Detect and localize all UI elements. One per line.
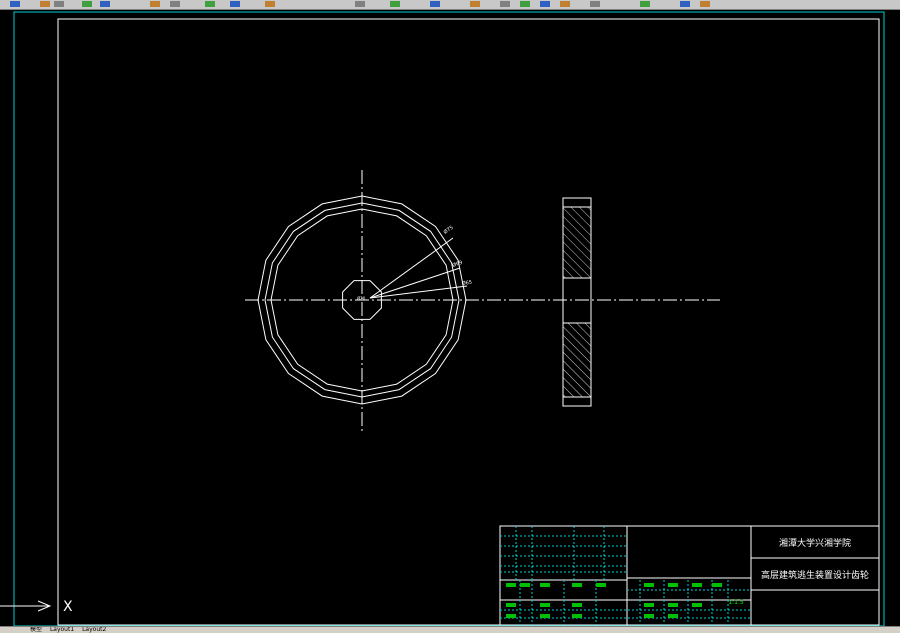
title-block-mark — [572, 614, 582, 618]
drawing-canvas[interactable]: Ø75 Ø69 Ø65 Ø20 湘潭大学兴湘学院 高层建筑逃生装置设计齿轮 1:… — [0, 10, 900, 626]
zoom-icon[interactable] — [680, 1, 690, 7]
title-block-mark — [506, 603, 516, 607]
drawing-border — [57, 18, 880, 626]
pan-icon[interactable] — [700, 1, 710, 7]
title-block-mark — [644, 614, 654, 618]
paste-icon[interactable] — [590, 1, 600, 7]
title-block-mark — [506, 614, 516, 618]
dim-d2: Ø69 — [451, 259, 463, 269]
title-block-mark — [540, 603, 550, 607]
dim-d3: Ø65 — [461, 279, 472, 287]
layer-icon[interactable] — [390, 1, 400, 7]
title-block-mark — [572, 583, 582, 587]
cut-icon[interactable] — [540, 1, 550, 7]
copy-icon[interactable] — [560, 1, 570, 7]
title-block-mark — [668, 603, 678, 607]
title-block-mark — [692, 583, 702, 587]
open-icon[interactable] — [470, 1, 480, 7]
toolbar-divider[interactable] — [430, 1, 440, 7]
cut-icon[interactable] — [100, 1, 110, 7]
title-block-grid — [500, 526, 751, 625]
title-block-mark — [506, 583, 516, 587]
title-block-mark — [596, 583, 606, 587]
title-block-mark — [644, 583, 654, 587]
title-block-mark — [520, 583, 530, 587]
scale-ratio: 1:1.5 — [728, 599, 744, 606]
save-icon[interactable] — [500, 1, 510, 7]
undo-icon[interactable] — [205, 1, 215, 7]
dim-d1: Ø75 — [442, 224, 454, 236]
title-block-mark — [692, 603, 702, 607]
title-block-mark — [572, 603, 582, 607]
open-icon[interactable] — [40, 1, 50, 7]
title-block-mark — [540, 614, 550, 618]
gear-side-view — [562, 197, 592, 407]
save-icon[interactable] — [54, 1, 64, 7]
plot-icon[interactable] — [82, 1, 92, 7]
toolbar — [0, 0, 900, 10]
pan-icon[interactable] — [265, 1, 275, 7]
title-block-mark — [540, 583, 550, 587]
ucs-x-label: X — [63, 599, 73, 615]
copy-icon[interactable] — [150, 1, 160, 7]
undo-icon[interactable] — [640, 1, 650, 7]
properties-icon[interactable] — [355, 1, 365, 7]
title-block-mark — [668, 583, 678, 587]
dim-hub: Ø20 — [357, 296, 366, 301]
plot-icon[interactable] — [520, 1, 530, 7]
drawing-title: 高层建筑逃生装置设计齿轮 — [761, 569, 869, 581]
title-block-mark — [712, 583, 722, 587]
zoom-icon[interactable] — [230, 1, 240, 7]
school-name: 湘潭大学兴湘学院 — [779, 537, 851, 549]
title-block-mark — [668, 614, 678, 618]
toolbar-divider[interactable] — [10, 1, 20, 7]
ucs-icon — [0, 600, 52, 612]
paste-icon[interactable] — [170, 1, 180, 7]
title-block-mark — [644, 603, 654, 607]
